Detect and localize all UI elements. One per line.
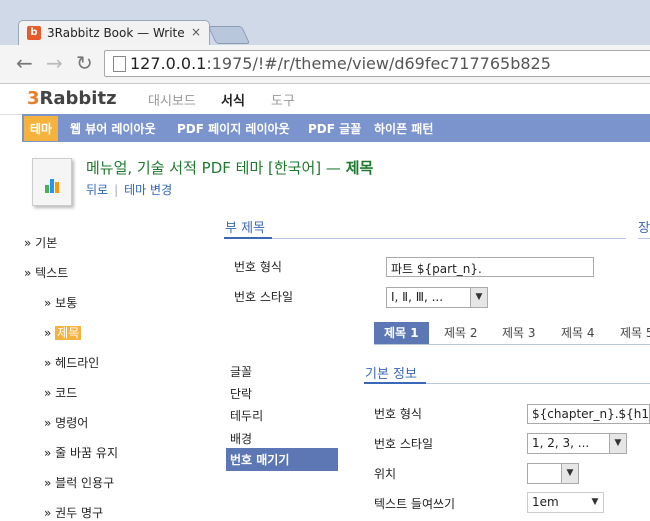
chapter-section-title: 장 xyxy=(638,221,650,236)
tree-item-headline[interactable]: » 헤드라인 xyxy=(44,354,99,371)
submenu-font[interactable]: 글꼴 xyxy=(230,363,252,380)
section-divider xyxy=(224,238,626,239)
tab-heading-4[interactable]: 제목 4 xyxy=(561,322,595,344)
tab-heading-1[interactable]: 제목 1 xyxy=(374,322,429,344)
url-text: 127.0.0.1:1975/!#/r/theme/view/d69fec717… xyxy=(130,54,551,73)
app-logo[interactable]: 3Rabbitz xyxy=(27,88,117,109)
bi-indent-select[interactable]: 1em ▼ xyxy=(527,492,604,513)
change-theme-link[interactable]: 테마 변경 xyxy=(124,183,172,197)
topnav-dashboard[interactable]: 대시보드 xyxy=(148,90,196,109)
subnav-web-viewer-layout[interactable]: 웹 뷰어 레이아웃 xyxy=(70,120,156,137)
number-style-label: 번호 스타일 xyxy=(234,290,294,304)
back-link[interactable]: 뒤로 xyxy=(86,183,108,197)
tree-item-text[interactable]: » 텍스트 xyxy=(24,264,68,281)
submenu-border[interactable]: 테두리 xyxy=(230,407,263,424)
number-format-label: 번호 형식 xyxy=(234,260,282,274)
close-tab-icon[interactable]: × xyxy=(191,25,201,39)
sub-navigation: 테마 웹 뷰어 레이아웃 PDF 페이지 레이아웃 PDF 글꼴 하이픈 패턴 xyxy=(22,114,650,142)
bi-position-select[interactable]: ▼ xyxy=(527,463,579,484)
tab-heading-2[interactable]: 제목 2 xyxy=(444,322,478,344)
subnav-pdf-font[interactable]: PDF 글꼴 xyxy=(308,120,361,137)
subnav-hyphen-pattern[interactable]: 하이픈 패턴 xyxy=(374,120,433,137)
tab-heading-5[interactable]: 제목 5 xyxy=(620,322,650,344)
tab-heading-3[interactable]: 제목 3 xyxy=(502,322,536,344)
bi-number-format-label: 번호 형식 xyxy=(374,407,422,421)
chevron-down-icon: ▼ xyxy=(587,493,603,512)
theme-document-icon xyxy=(32,158,72,206)
tree-item-command[interactable]: » 명령어 xyxy=(44,414,88,431)
basic-info-title: 기본 정보 xyxy=(365,367,417,382)
browser-tab[interactable]: b 3Rabbitz Book — Write d × xyxy=(18,20,210,45)
section-underline xyxy=(224,237,272,239)
tree-item-heading[interactable]: » 제목 xyxy=(44,324,82,341)
app-header: 3Rabbitz 대시보드 서식 도구 xyxy=(0,84,650,115)
reload-icon[interactable]: ↻ xyxy=(76,53,93,73)
bi-indent-label: 텍스트 들여쓰기 xyxy=(374,497,456,511)
bi-position-label: 위치 xyxy=(374,467,397,481)
chevron-down-icon: ▼ xyxy=(609,434,626,453)
back-arrow-icon[interactable]: ← xyxy=(16,53,33,73)
subnav-theme[interactable]: 테마 xyxy=(24,116,59,141)
browser-toolbar: ← → ↻ 127.0.0.1:1975/!#/r/theme/view/d69… xyxy=(0,45,650,84)
section-divider-right xyxy=(638,238,650,239)
tree-item-blockquote[interactable]: » 블럭 인용구 xyxy=(44,474,114,491)
chevron-down-icon: ▼ xyxy=(561,464,578,483)
browser-tabstrip: b 3Rabbitz Book — Write d × xyxy=(0,0,650,45)
topnav-format[interactable]: 서식 xyxy=(221,90,245,109)
new-tab-button[interactable] xyxy=(207,26,251,44)
chevron-down-icon: ▼ xyxy=(470,288,487,307)
page-title: 메뉴얼, 기술 서적 PDF 테마 [한국어] — 제목 xyxy=(86,159,374,177)
basic-info-underline xyxy=(364,382,426,384)
page-links: 뒤로 | 테마 변경 xyxy=(86,183,173,197)
subtitle-section-title: 부 제목 xyxy=(225,221,266,236)
forward-arrow-icon[interactable]: → xyxy=(46,53,63,73)
tree-item-normal[interactable]: » 보통 xyxy=(44,294,77,311)
subnav-pdf-page-layout[interactable]: PDF 페이지 레이아웃 xyxy=(177,120,290,137)
page-icon xyxy=(113,56,126,72)
bi-number-format-input[interactable]: ${chapter_n}.${h1_n} xyxy=(527,404,650,424)
bi-number-style-select[interactable]: 1, 2, 3, ... ▼ xyxy=(527,433,627,454)
tree-item-epigraph[interactable]: » 권두 명구 xyxy=(44,504,103,521)
number-format-input[interactable]: 파트 ${part_n}. xyxy=(386,257,594,277)
number-style-select[interactable]: Ⅰ, Ⅱ, Ⅲ, ... ▼ xyxy=(386,287,488,308)
topnav-tools[interactable]: 도구 xyxy=(271,90,295,109)
tree-item-preformatted[interactable]: » 줄 바꿈 유지 xyxy=(44,444,118,461)
submenu-background[interactable]: 배경 xyxy=(230,430,252,447)
submenu-numbering[interactable]: 번호 매기기 xyxy=(226,448,338,471)
tree-item-code[interactable]: » 코드 xyxy=(44,384,77,401)
tabs-divider xyxy=(374,344,650,345)
tree-item-basic[interactable]: » 기본 xyxy=(24,234,57,251)
bi-number-style-label: 번호 스타일 xyxy=(374,437,434,451)
tab-title: 3Rabbitz Book — Write d xyxy=(47,26,187,40)
rabbitz-favicon-icon: b xyxy=(27,26,41,40)
address-bar[interactable]: 127.0.0.1:1975/!#/r/theme/view/d69fec717… xyxy=(104,50,650,77)
submenu-paragraph[interactable]: 단락 xyxy=(230,385,252,402)
